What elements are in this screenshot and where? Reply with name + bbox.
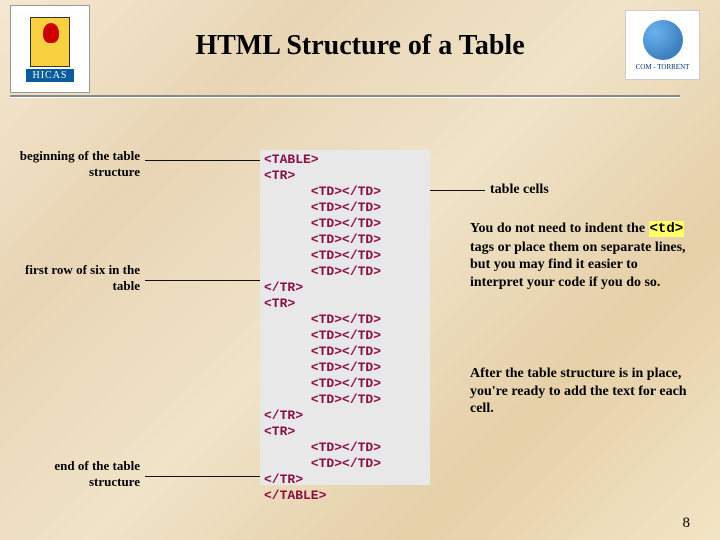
explain-1a: You do not need to indent the: [470, 221, 649, 236]
title-underline: [10, 95, 680, 97]
label-end: end of the table structure: [10, 458, 140, 489]
logo-left-text: HICAS: [26, 69, 73, 82]
label-first-row: first row of six in the table: [10, 262, 140, 293]
page-title: HTML Structure of a Table: [0, 30, 720, 62]
content-area: beginning of the table structure first r…: [0, 130, 720, 540]
page-number: 8: [683, 515, 691, 532]
code-listing: <TABLE> <TR> <TD></TD> <TD></TD> <TD></T…: [260, 150, 430, 485]
td-tag-inline: <td>: [649, 221, 685, 237]
leader-first-row: [145, 280, 260, 281]
label-beginning: beginning of the table structure: [10, 148, 140, 179]
label-table-cells: table cells: [490, 182, 590, 199]
explanation-paragraph-1: You do not need to indent the <td> tags …: [470, 220, 690, 291]
logo-right-text: COM - TORRENT: [636, 63, 690, 71]
leader-end: [145, 476, 260, 477]
explain-1b: tags or place them on separate lines, bu…: [470, 240, 686, 290]
explanation-paragraph-2: After the table structure is in place, y…: [470, 365, 690, 418]
leader-beginning: [145, 160, 260, 161]
header-bar: HICAS COM - TORRENT HTML Structure of a …: [0, 0, 720, 100]
